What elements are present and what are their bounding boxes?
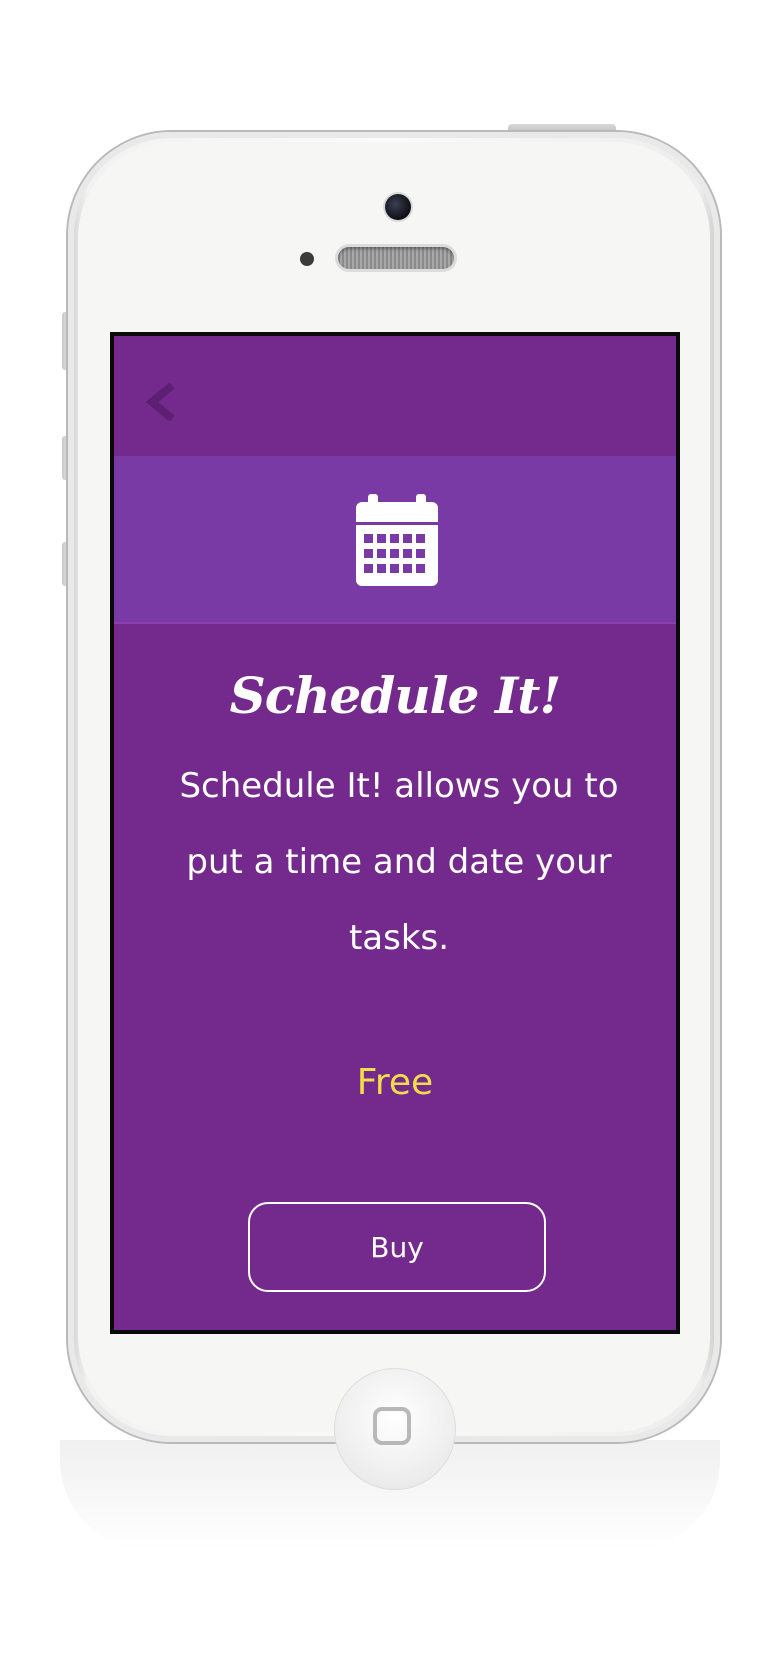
proximity-sensor: [300, 252, 314, 266]
price-label: Free: [356, 1062, 434, 1103]
app-description: Schedule It! allows you to put a time an…: [179, 766, 619, 958]
app-title: Schedule It!: [229, 666, 562, 725]
device-mockup: Schedule It! Schedule It! allows you to …: [0, 0, 773, 1667]
chevron-left-icon: [145, 383, 175, 421]
home-square-icon: [373, 1407, 411, 1445]
feature-icon-banner: [114, 456, 676, 624]
calendar-icon: [356, 494, 438, 586]
buy-button[interactable]: Buy: [248, 1202, 546, 1292]
home-button[interactable]: [334, 1368, 456, 1490]
app-screen: Schedule It! Schedule It! allows you to …: [110, 332, 680, 1334]
front-camera: [385, 194, 411, 220]
earpiece-speaker: [338, 247, 454, 269]
back-button[interactable]: [140, 380, 180, 424]
